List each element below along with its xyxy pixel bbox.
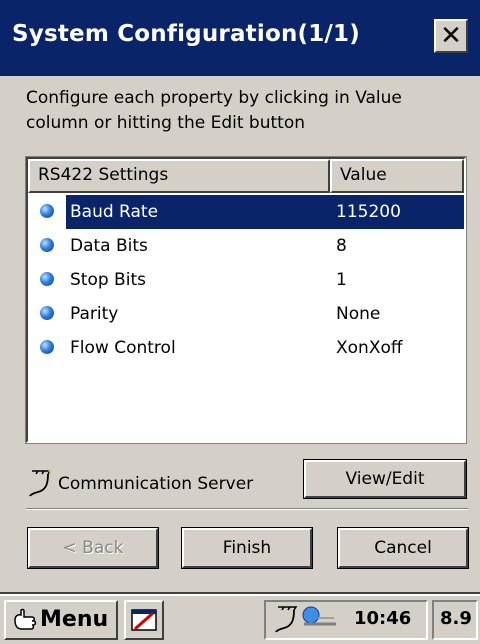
desktop-toggle-button[interactable]	[124, 600, 164, 640]
system-tray: 10:46	[264, 600, 428, 640]
communication-server-label: Communication Server	[58, 474, 254, 494]
property-value[interactable]: XonXoff	[336, 331, 403, 365]
property-value[interactable]: 1	[336, 263, 347, 297]
list-row-data-bits[interactable]: Data Bits 8	[28, 229, 464, 263]
property-name: Baud Rate	[66, 195, 334, 229]
property-bullet-icon	[40, 272, 54, 286]
property-bullet-icon	[40, 340, 54, 354]
property-bullet-icon	[40, 238, 54, 252]
window-title: System Configuration(1/1)	[12, 21, 360, 47]
property-name: Stop Bits	[70, 270, 146, 290]
indicator-box[interactable]: 8.9	[432, 600, 478, 640]
back-button[interactable]: < Back	[27, 527, 159, 569]
property-value[interactable]: 8	[336, 229, 347, 263]
property-name: Parity	[70, 304, 119, 324]
column-header-value[interactable]: Value	[330, 159, 464, 193]
property-value[interactable]: 115200	[336, 195, 401, 229]
title-bar: System Configuration(1/1) ✕	[0, 0, 480, 76]
view-edit-button[interactable]: View/Edit	[303, 459, 467, 499]
property-name: Data Bits	[70, 236, 148, 256]
property-name: Flow Control	[70, 338, 176, 358]
start-menu-button[interactable]: Menu	[4, 600, 118, 640]
list-row-flow-control[interactable]: Flow Control XonXoff	[28, 331, 464, 365]
property-value[interactable]: None	[336, 297, 380, 331]
start-menu-label: Menu	[40, 607, 109, 632]
settings-list[interactable]: RS422 Settings Value Baud Rate 115200 Da…	[25, 156, 467, 444]
indicator-value: 8.9	[440, 608, 472, 629]
close-button[interactable]: ✕	[434, 19, 468, 53]
finish-button[interactable]: Finish	[181, 527, 313, 569]
cancel-button[interactable]: Cancel	[337, 527, 469, 569]
clock[interactable]: 10:46	[354, 608, 411, 629]
communication-server-icon	[29, 469, 52, 497]
list-row-baud-rate[interactable]: Baud Rate 115200	[28, 195, 464, 229]
desktop-icon	[131, 609, 157, 631]
property-bullet-icon	[40, 306, 54, 320]
start-hand-icon	[14, 608, 37, 630]
network-connection-icon[interactable]	[300, 604, 340, 634]
instructions-text: Configure each property by clicking in V…	[26, 88, 402, 133]
comm-server-tray-icon[interactable]	[274, 604, 300, 634]
column-header-settings[interactable]: RS422 Settings	[28, 159, 330, 193]
list-header: RS422 Settings Value	[28, 159, 464, 193]
divider	[26, 508, 468, 510]
list-row-stop-bits[interactable]: Stop Bits 1	[28, 263, 464, 297]
property-bullet-icon	[40, 204, 54, 218]
taskbar: Menu 10:46 8.9	[0, 594, 480, 644]
list-row-parity[interactable]: Parity None	[28, 297, 464, 331]
